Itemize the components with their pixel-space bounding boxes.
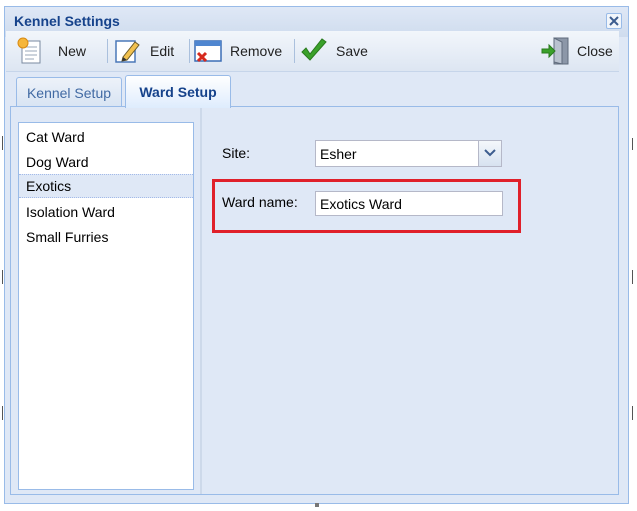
close-button[interactable]: Close xyxy=(540,35,613,67)
window-title: Kennel Settings xyxy=(14,13,120,29)
tab-label: Kennel Setup xyxy=(26,84,112,101)
close-icon xyxy=(609,16,619,26)
resize-handle[interactable] xyxy=(315,503,319,507)
list-item[interactable]: Small Furries xyxy=(19,225,193,249)
new-button[interactable]: New xyxy=(16,35,86,67)
panel-splitter[interactable] xyxy=(200,108,202,494)
site-label: Site: xyxy=(222,145,251,161)
tab-ward-setup[interactable]: Ward Setup xyxy=(125,75,231,108)
new-button-label: New xyxy=(58,43,87,59)
edge-mark xyxy=(2,136,3,150)
ward-name-field[interactable] xyxy=(315,191,503,216)
tab-label: Ward Setup xyxy=(139,84,217,100)
save-button[interactable]: Save xyxy=(299,35,368,67)
site-combobox-value: Esher xyxy=(320,146,357,162)
tab-strip: Kennel Setup Ward Setup xyxy=(10,75,619,108)
checkmark-icon xyxy=(301,38,327,61)
tab-kennel-setup[interactable]: Kennel Setup xyxy=(16,77,122,107)
chevron-down-icon xyxy=(484,149,496,157)
site-combobox[interactable]: Esher xyxy=(315,140,502,167)
edit-pencil-icon xyxy=(115,40,140,63)
new-document-icon xyxy=(17,37,41,64)
site-combobox-trigger[interactable] xyxy=(478,141,501,166)
toolbar-separator xyxy=(107,39,108,63)
remove-button[interactable]: Remove xyxy=(193,35,282,67)
edge-mark xyxy=(2,406,3,420)
list-item[interactable]: Isolation Ward xyxy=(19,200,193,224)
toolbar: New Edit Remove Save Close xyxy=(6,31,619,72)
edge-mark xyxy=(632,270,633,284)
list-item[interactable]: Cat Ward xyxy=(19,125,193,149)
edge-mark xyxy=(632,406,633,420)
edge-mark xyxy=(632,138,633,150)
exit-door-icon xyxy=(541,37,569,65)
window-close-button[interactable] xyxy=(606,13,622,29)
edit-button-label: Edit xyxy=(150,43,175,59)
save-button-label: Save xyxy=(336,43,368,59)
toolbar-separator xyxy=(189,39,190,63)
remove-button-label: Remove xyxy=(230,43,283,59)
close-button-label: Close xyxy=(577,43,613,59)
list-item[interactable]: Dog Ward xyxy=(19,150,193,174)
ward-list[interactable]: Cat Ward Dog Ward Exotics Isolation Ward… xyxy=(18,122,194,490)
ward-name-label: Ward name: xyxy=(222,194,298,210)
edge-mark xyxy=(2,270,3,284)
remove-window-icon xyxy=(194,40,222,63)
toolbar-separator xyxy=(294,39,295,63)
list-item-selected[interactable]: Exotics xyxy=(19,174,193,198)
edit-button[interactable]: Edit xyxy=(113,35,174,67)
